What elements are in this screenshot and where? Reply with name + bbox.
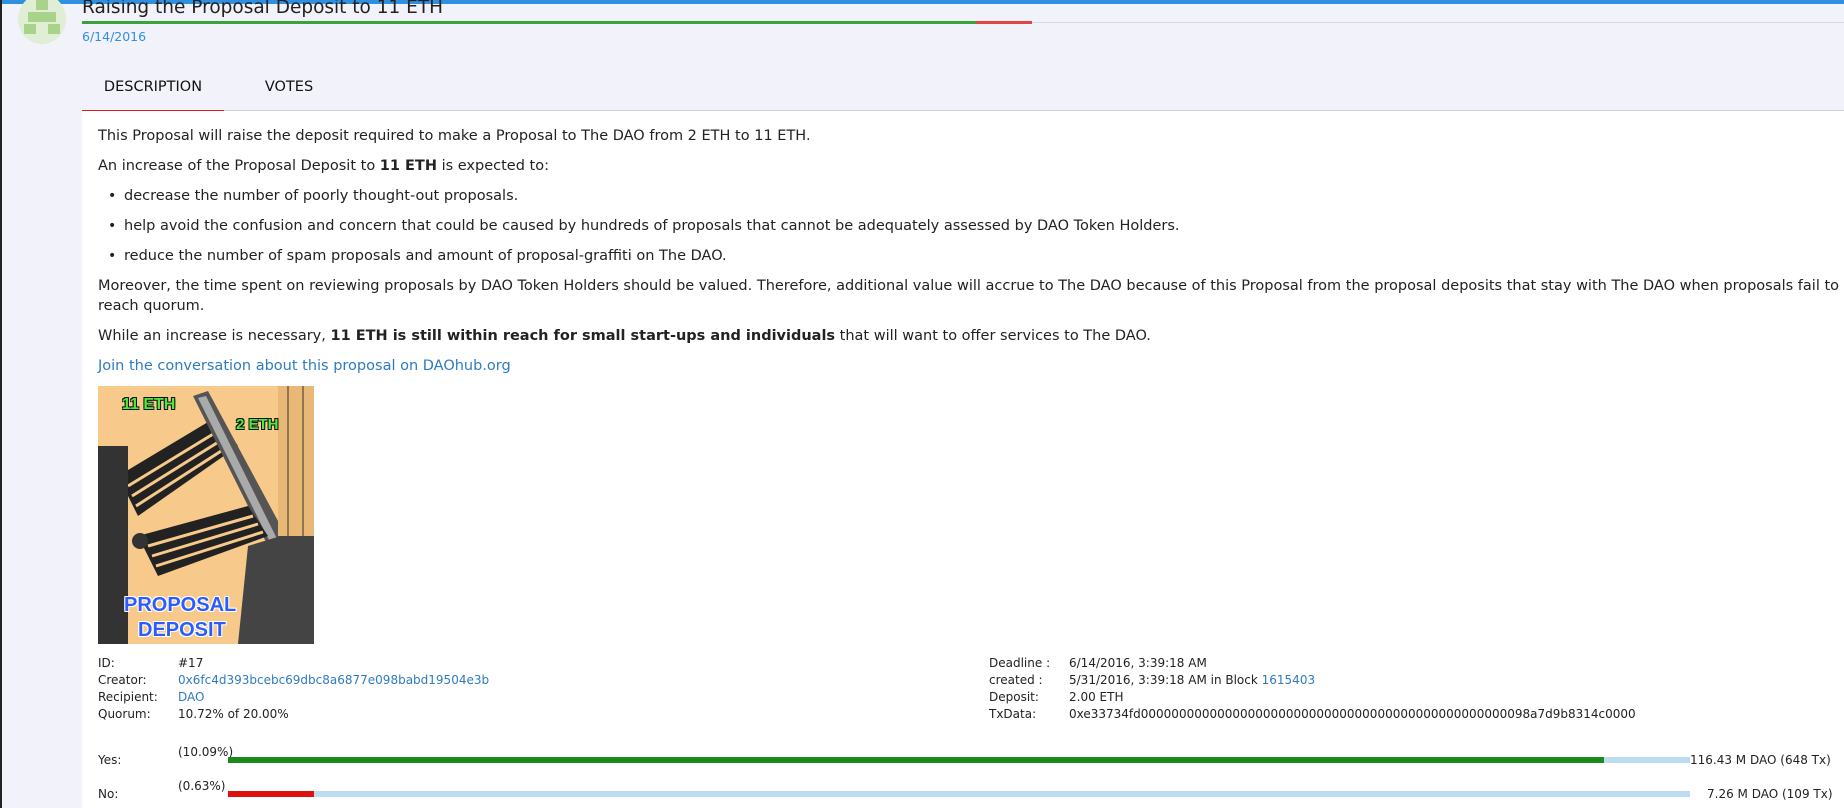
description-panel: This Proposal will raise the deposit req…	[82, 111, 1844, 808]
quorum-value: 10.72% of 20.00%	[178, 707, 289, 721]
progress-yes	[82, 21, 976, 24]
deposit-value: 2.00 ETH	[1069, 690, 1124, 704]
proposal-title: Raising the Proposal Deposit to 11 ETH	[82, 0, 444, 18]
yes-vote-bar	[228, 757, 1690, 763]
meta-label: Deadline :	[989, 656, 1051, 670]
image-label-deposit: DEPOSIT	[138, 619, 226, 641]
meta-label: Quorum:	[98, 707, 151, 721]
meta-label: Creator:	[98, 673, 147, 687]
meta-label: Deposit:	[989, 690, 1039, 704]
recipient-link[interactable]: DAO	[178, 689, 204, 706]
meta-label: TxData:	[989, 707, 1037, 721]
proposal-meta-left: ID: #17 Creator: 0x6fc4d393bcebc69dbc8a6…	[98, 655, 698, 725]
meta-label: created :	[989, 673, 1043, 687]
proposal-date: 6/14/2016	[82, 29, 147, 44]
progress-no	[976, 21, 1032, 24]
no-vote-fill	[228, 791, 315, 797]
meta-label: Recipient:	[98, 690, 158, 704]
p4-text-end: that will want to offer services to The …	[835, 328, 1151, 344]
yes-label: Yes:	[98, 753, 122, 767]
creator-address-link[interactable]: 0x6fc4d393bcebc69dbc8a6877e098babd19504e…	[178, 672, 489, 689]
no-label: No:	[98, 787, 119, 801]
image-label-11eth: 11 ETH	[122, 396, 176, 413]
desc-paragraph-3: Moreover, the time spent on reviewing pr…	[98, 278, 1840, 314]
list-item: reduce the number of spam proposals and …	[108, 246, 727, 266]
p2-text-end: is expected to:	[436, 158, 549, 174]
block-link[interactable]: 1615403	[1262, 673, 1315, 687]
p4-bold: 11 ETH is still within reach for small s…	[330, 328, 836, 344]
yes-amount: 116.43 M DAO (648 Tx)	[1690, 753, 1831, 767]
desc-paragraph-1: This Proposal will raise the deposit req…	[98, 128, 811, 144]
window-edge	[0, 0, 2, 808]
yes-percent: (10.09%)	[178, 745, 234, 759]
no-percent: (0.63%)	[178, 779, 226, 793]
proposal-vote-progress	[82, 21, 1032, 24]
p2-bold: 11 ETH	[379, 158, 437, 174]
deadline-value: 6/14/2016, 3:39:18 AM	[1069, 656, 1207, 670]
tab-bar: DESCRIPTION VOTES	[82, 72, 1844, 112]
list-item: help avoid the confusion and concern tha…	[108, 216, 1180, 236]
creator-avatar	[18, 0, 66, 44]
desc-paragraph-2: An increase of the Proposal Deposit to 1…	[98, 156, 549, 176]
no-vote-bar	[228, 791, 1690, 797]
yes-vote-fill	[228, 757, 1604, 763]
tab-votes[interactable]: VOTES	[248, 72, 330, 110]
txdata-value: 0xe33734fd000000000000000000000000000000…	[1069, 707, 1636, 721]
created-text: 5/31/2016, 3:39:18 AM in Block	[1069, 673, 1262, 687]
image-label-2eth: 2 ETH	[236, 416, 279, 433]
proposal-meta-right: Deadline : 6/14/2016, 3:39:18 AM created…	[989, 655, 1809, 725]
p4-text: While an increase is necessary,	[98, 328, 331, 344]
meta-label: ID:	[98, 656, 115, 670]
p2-text: An increase of the Proposal Deposit to	[98, 158, 380, 174]
no-amount: 7.26 M DAO (109 Tx)	[1707, 787, 1833, 801]
proposal-id: #17	[178, 656, 204, 670]
daohub-link[interactable]: Join the conversation about this proposa…	[98, 356, 511, 376]
image-label-proposal: PROPOSAL	[124, 594, 237, 616]
proposal-illustration: 11 ETH 2 ETH PROPOSAL DEPOSIT	[98, 386, 314, 644]
tab-description[interactable]: DESCRIPTION	[82, 72, 224, 112]
desc-paragraph-4: While an increase is necessary, 11 ETH i…	[98, 326, 1151, 346]
list-item: decrease the number of poorly thought-ou…	[108, 186, 518, 206]
created-value: 5/31/2016, 3:39:18 AM in Block 1615403	[1069, 672, 1315, 689]
